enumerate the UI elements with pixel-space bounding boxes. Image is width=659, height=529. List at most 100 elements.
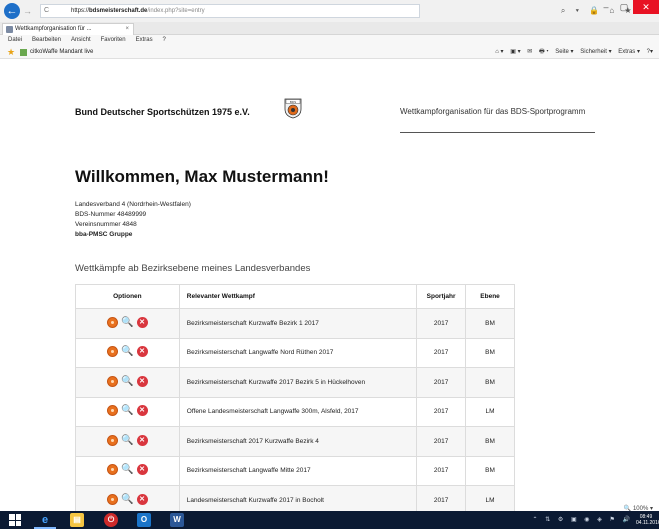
row-options: 🔍 ✕ [75, 455, 180, 486]
verband-info: Landesverband 4 (Nordrhein-Westfalen) [75, 201, 191, 208]
competition-name: Bezirksmeisterschaft 2017 Kurzwaffe Bezi… [178, 426, 418, 457]
logo-text: BDS [290, 100, 296, 104]
windows-start-icon[interactable] [9, 514, 21, 526]
search-icon[interactable]: 🔍 [121, 464, 133, 475]
search-icon[interactable]: 🔍 [121, 317, 133, 328]
favorites-bar: ★ citkoWaffe Mandant live ⌂ ▾ ▣ ▾ ✉ 🖶 ▾ … [0, 46, 659, 59]
bds-logo: BDS [284, 98, 302, 119]
edit-target-icon[interactable] [107, 434, 119, 446]
home-icon[interactable]: ⌂ ▾ [495, 49, 503, 55]
header-year: Sportjahr [416, 284, 467, 309]
minimize-button[interactable]: – [597, 0, 615, 14]
page-menu[interactable]: Seite ▾ [555, 49, 573, 55]
menu-extras[interactable]: Extras [136, 37, 153, 43]
system-tray-icons[interactable]: ⌃ ⇅ ⚙ ▣ ◉ ◈ ⚑ 🔊 [533, 516, 633, 523]
row-options: 🔍 ✕ [75, 367, 180, 398]
group-name: bba-PMSC Gruppe [75, 231, 133, 238]
delete-icon[interactable]: ✕ [136, 464, 148, 476]
sport-year: 2017 [416, 396, 467, 427]
forward-button[interactable]: → [23, 6, 32, 16]
edit-target-icon[interactable] [107, 316, 119, 328]
tools-menu[interactable]: Extras ▾ [618, 49, 640, 55]
maximize-button[interactable]: ▢ [615, 0, 633, 14]
delete-icon[interactable]: ✕ [136, 316, 148, 328]
sport-year: 2017 [416, 426, 467, 457]
menu-datei[interactable]: Datei [8, 37, 22, 43]
competition-level: BM [465, 337, 515, 368]
row-options: 🔍 ✕ [75, 396, 180, 427]
menu-help[interactable]: ? [163, 37, 166, 43]
menu-ansicht[interactable]: Ansicht [71, 37, 91, 43]
outlook-icon[interactable]: O [137, 513, 151, 527]
row-options: 🔍 ✕ [75, 337, 180, 368]
edit-target-icon[interactable] [107, 405, 119, 417]
competition-level: BM [465, 308, 515, 339]
edit-target-icon[interactable] [107, 493, 119, 505]
delete-icon[interactable]: ✕ [136, 493, 148, 505]
delete-icon[interactable]: ✕ [136, 405, 148, 417]
url-domain: bdsmeisterschaft.de [89, 8, 148, 14]
favorites-star-icon[interactable]: ★ [7, 47, 15, 58]
header-competition: Relevanter Wettkampf [178, 284, 418, 309]
security-menu[interactable]: Sicherheit ▾ [580, 49, 611, 55]
tab-close-icon[interactable]: × [125, 24, 129, 35]
tab-label: Wettkampforganisation für ... [15, 26, 92, 32]
table-row: 🔍 ✕ Bezirksmeisterschaft Kurzwaffe Bezirk … [75, 308, 515, 339]
table-header-row: Optionen Relevanter Wettkampf Sportjahr … [75, 284, 515, 309]
menu-favoriten[interactable]: Favoriten [101, 37, 126, 43]
taskbar: e ▤ ⏻ O W ⌃ ⇅ ⚙ ▣ ◉ ◈ ⚑ 🔊 08:49 04.11.20… [0, 511, 659, 529]
org-name: Bund Deutscher Sportschützen 1975 e.V. [75, 107, 250, 117]
taskbar-clock[interactable]: 08:49 04.11.2016 [636, 514, 659, 526]
search-icon[interactable]: 🔍 [121, 405, 133, 416]
file-explorer-icon[interactable]: ▤ [70, 513, 84, 527]
close-window-button[interactable]: ✕ [633, 0, 659, 14]
sport-year: 2017 [416, 337, 467, 368]
edit-target-icon[interactable] [107, 346, 119, 358]
delete-icon[interactable]: ✕ [136, 375, 148, 387]
competition-name: Offene Landesmeisterschaft Langwaffe 300… [178, 396, 418, 427]
url-path: /index.php?site=entry [147, 8, 205, 14]
menu-bearbeiten[interactable]: Bearbeiten [32, 37, 61, 43]
help-icon[interactable]: ?▾ [647, 49, 653, 55]
browser-titlebar: ← → C https://bdsmeisterschaft.de/index.… [0, 0, 659, 22]
sport-year: 2017 [416, 455, 467, 486]
red-app-icon[interactable]: ⏻ [104, 513, 118, 527]
competition-level: LM [465, 485, 515, 511]
page-title: Willkommen, Max Mustermann! [75, 167, 329, 186]
table-row: 🔍 ✕ Bezirksmeisterschaft Langwaffe Mitte 2… [75, 455, 515, 486]
edit-target-icon[interactable] [107, 464, 119, 476]
header-level: Ebene [465, 284, 515, 309]
address-bar[interactable]: C https://bdsmeisterschaft.de/index.php?… [40, 4, 420, 18]
search-icon[interactable]: 🔍 [121, 435, 133, 446]
section-title: Wettkämpfe ab Bezirksebene meines Landes… [75, 263, 311, 274]
address-url[interactable]: https://bdsmeisterschaft.de/index.php?si… [71, 8, 205, 14]
search-icon[interactable]: 🔍 [121, 494, 133, 505]
word-icon[interactable]: W [170, 513, 184, 527]
delete-icon[interactable]: ✕ [136, 434, 148, 446]
back-button[interactable]: ← [4, 3, 20, 19]
site-favicon-icon [6, 26, 13, 33]
mail-icon[interactable]: ✉ [527, 49, 532, 55]
delete-icon[interactable]: ✕ [136, 346, 148, 358]
table-row: 🔍 ✕ Landesmeisterschaft Kurzwaffe 2017 in … [75, 485, 515, 511]
bds-number: BDS-Nummer 48489999 [75, 211, 147, 218]
command-bar: ⌂ ▾ ▣ ▾ ✉ 🖶 ▾ Seite ▾ Sicherheit ▾ Extra… [490, 46, 653, 59]
tab-bar: Wettkampforganisation für ... × [0, 22, 659, 35]
sport-year: 2017 [416, 308, 467, 339]
sport-year: 2017 [416, 485, 467, 511]
header-divider [400, 132, 595, 133]
search-icon[interactable]: 🔍 [121, 376, 133, 387]
favorite-link[interactable]: citkoWaffe Mandant live [30, 46, 93, 59]
edit-target-icon[interactable] [107, 375, 119, 387]
org-tagline: Wettkampforganisation für das BDS-Sportp… [400, 107, 586, 116]
competition-level: LM [465, 396, 515, 427]
internet-explorer-icon[interactable]: e [38, 513, 52, 527]
clock-date: 04.11.2016 [636, 520, 659, 526]
tab-wettkampforganisation[interactable]: Wettkampforganisation für ... × [2, 23, 134, 35]
table-row: 🔍 ✕ Bezirksmeisterschaft 2017 Kurzwaffe Be… [75, 426, 515, 457]
refresh-icon[interactable]: C [44, 7, 49, 14]
competition-name: Bezirksmeisterschaft Langwaffe Mitte 201… [178, 455, 418, 486]
feeds-icon[interactable]: ▣ ▾ [510, 49, 520, 55]
search-icon[interactable]: 🔍 [121, 346, 133, 357]
print-icon[interactable]: 🖶 ▾ [539, 49, 549, 55]
